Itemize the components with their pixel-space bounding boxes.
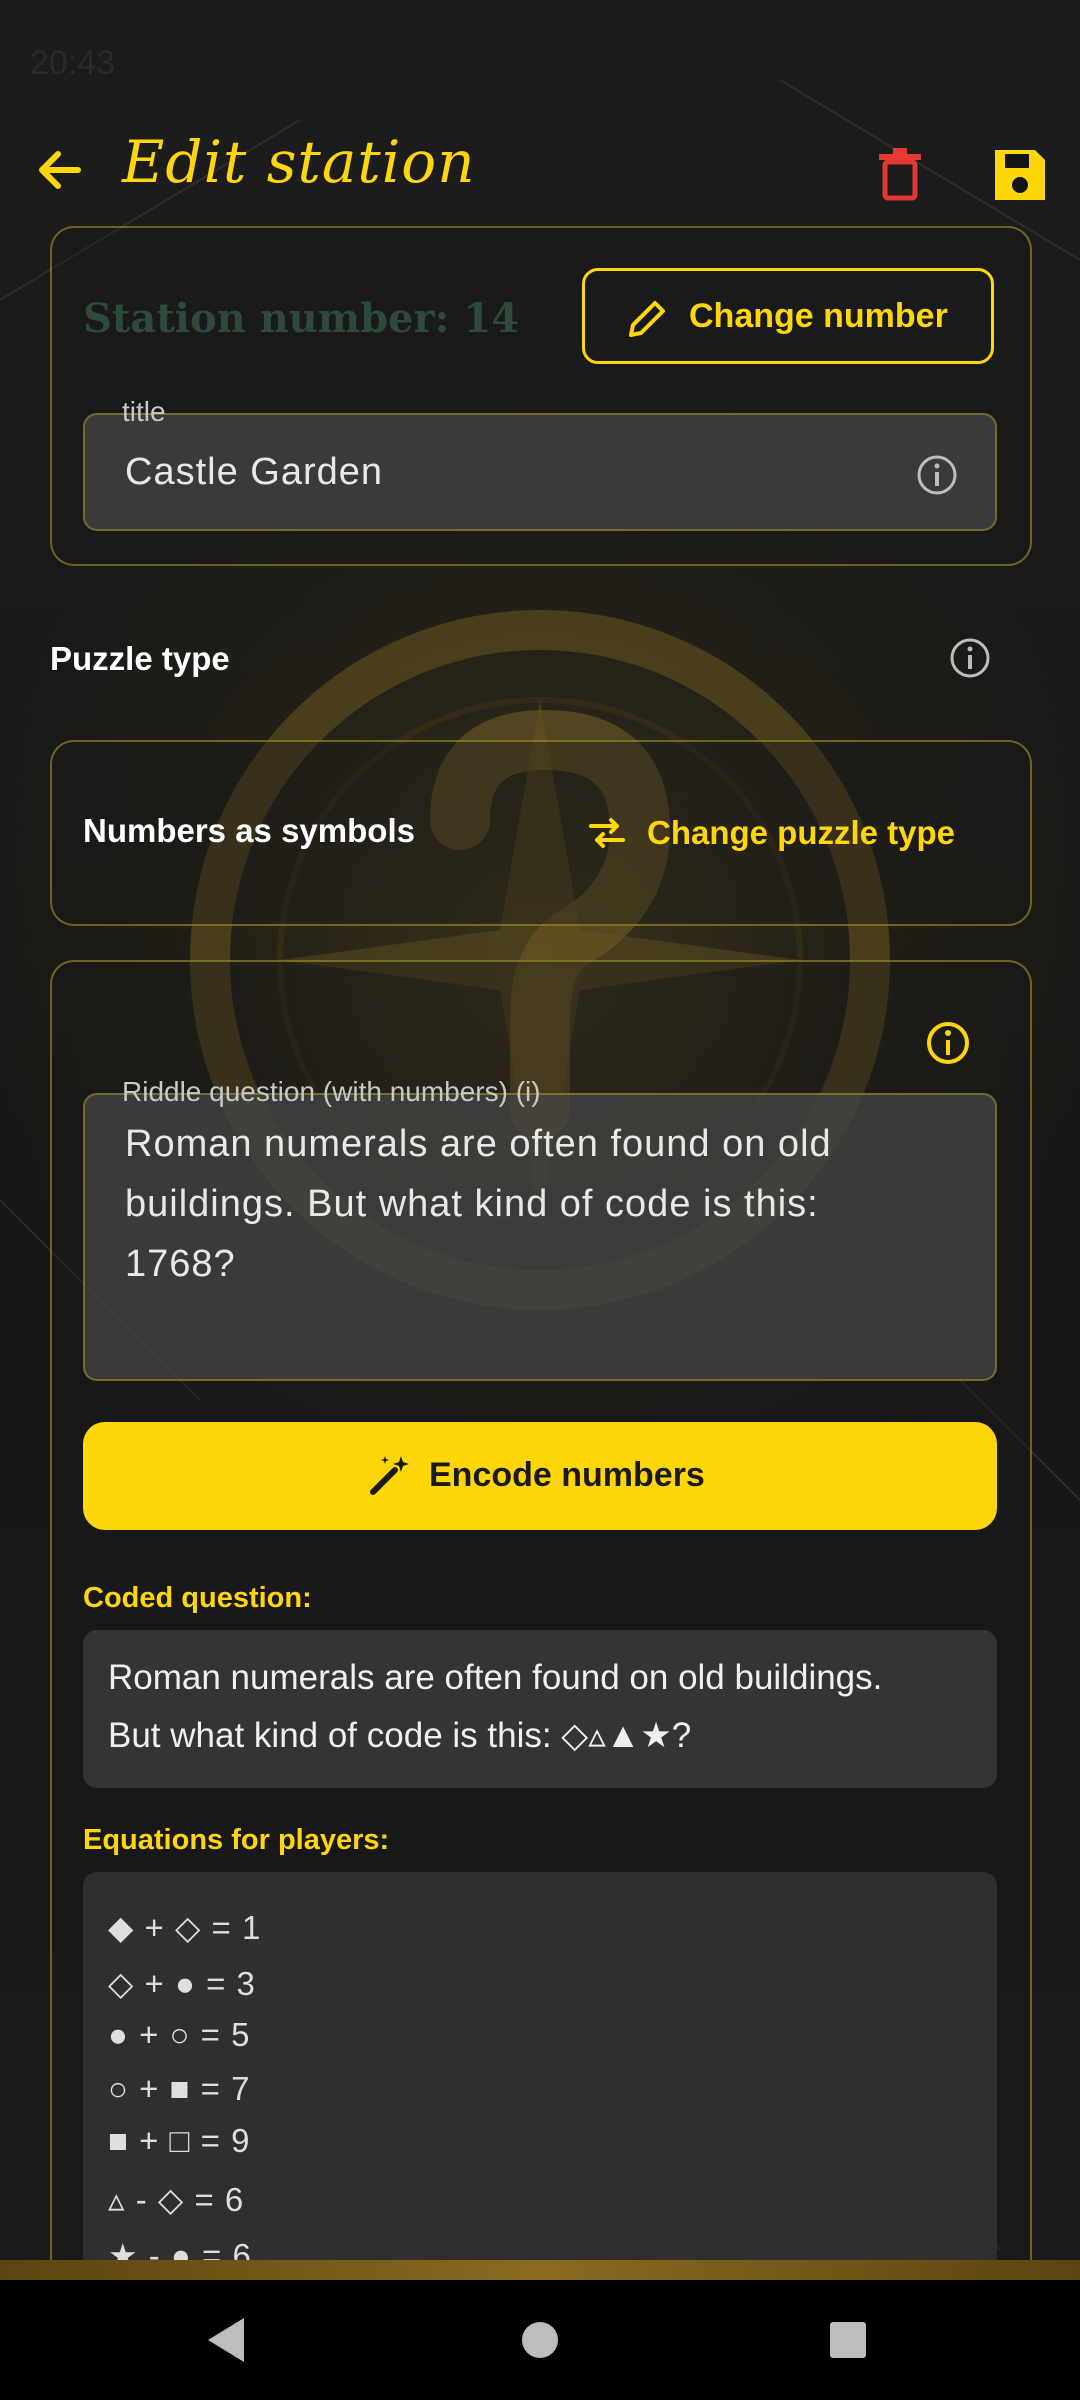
- floppy-disk-icon[interactable]: [985, 140, 1055, 210]
- pencil-icon: [629, 301, 665, 337]
- swap-arrows-icon: [589, 818, 625, 848]
- coded-line: But what kind of code is this: ◇▵▲★?: [108, 1716, 692, 1755]
- system-nav-bar: [0, 2280, 1080, 2400]
- nav-recents-icon[interactable]: [818, 2310, 878, 2370]
- nav-back-icon[interactable]: [198, 2310, 258, 2370]
- app-bar: Edit station: [0, 120, 1080, 220]
- equations-label: Equations for players:: [83, 1824, 390, 1856]
- magic-wand-icon: [370, 1456, 409, 1495]
- page-title: Edit station: [122, 128, 476, 196]
- puzzle-type-heading: Puzzle type: [50, 640, 230, 677]
- trash-icon[interactable]: [865, 140, 935, 210]
- equation-item: ▵ - ◇ = 6: [108, 2181, 245, 2218]
- status-bar: 20:43: [0, 0, 1080, 120]
- nav-home-icon[interactable]: [510, 2310, 570, 2370]
- equation-item: ■ + □ = 9: [108, 2122, 251, 2159]
- change-number-button[interactable]: Change number: [582, 268, 994, 364]
- equation-item: ◇ + ● = 3: [108, 1965, 256, 2002]
- current-puzzle-type: Numbers as symbols: [83, 812, 415, 849]
- info-icon[interactable]: [948, 636, 992, 685]
- arrow-left-icon[interactable]: [30, 140, 90, 200]
- encode-numbers-label: Encode numbers: [429, 1456, 705, 1494]
- coded-question-box: Roman numerals are often found on old bu…: [83, 1630, 997, 1788]
- equation-item: ● + ○ = 5: [108, 2016, 251, 2053]
- title-field[interactable]: Castle Garden: [83, 413, 997, 531]
- equation-item: ◆ + ◇ = 1: [108, 1909, 262, 1946]
- riddle-line: 1768?: [125, 1243, 236, 1285]
- info-icon[interactable]: [915, 453, 959, 502]
- title-value: Castle Garden: [125, 451, 384, 493]
- title-field-label: title: [122, 396, 166, 427]
- info-icon[interactable]: [925, 1020, 971, 1071]
- change-puzzle-type-label: Change puzzle type: [647, 814, 956, 851]
- coded-question-label: Coded question:: [83, 1582, 312, 1614]
- riddle-line: buildings. But what kind of code is this…: [125, 1183, 819, 1225]
- coded-line: Roman numerals are often found on old bu…: [108, 1658, 883, 1697]
- status-time: 20:43: [30, 44, 116, 82]
- equations-box: ◆ + ◇ = 1 ◇ + ● = 3 ● + ○ = 5 ○ + ■ = 7 …: [83, 1872, 997, 2282]
- riddle-field-label: Riddle question (with numbers) (i): [122, 1076, 541, 1107]
- change-number-label: Change number: [689, 297, 948, 335]
- bottom-divider: [0, 2260, 1080, 2282]
- equation-item: ○ + ■ = 7: [108, 2070, 251, 2107]
- change-puzzle-type-button[interactable]: Change puzzle type: [585, 808, 1005, 858]
- station-number: Station number: 14: [83, 295, 519, 342]
- riddle-question-field[interactable]: Roman numerals are often found on old bu…: [83, 1093, 997, 1381]
- riddle-line: Roman numerals are often found on old: [125, 1123, 832, 1165]
- encode-numbers-button[interactable]: Encode numbers: [83, 1422, 997, 1530]
